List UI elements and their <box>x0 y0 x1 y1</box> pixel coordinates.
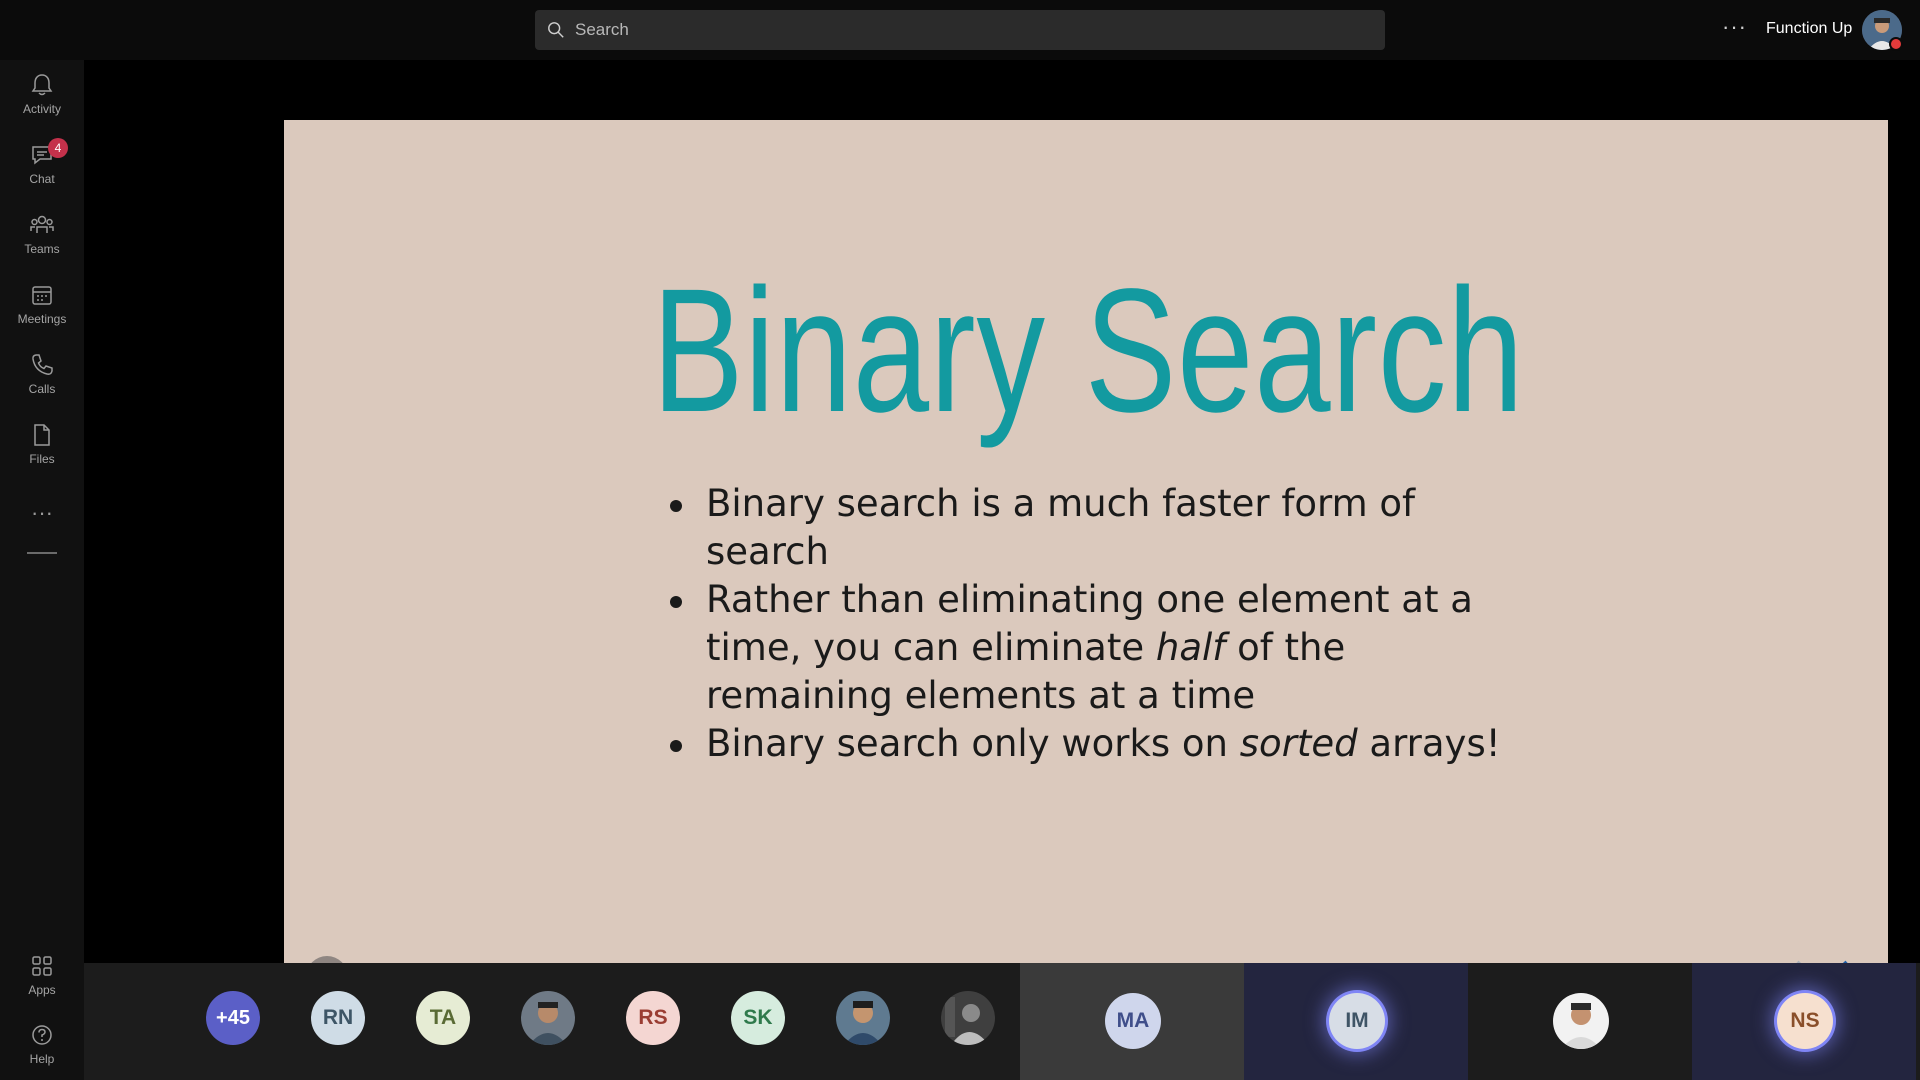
participant-tile[interactable]: NS <box>1692 963 1916 1080</box>
rail-more-button[interactable]: ··· <box>0 500 84 526</box>
slide-bullet: Binary search is a much faster form of s… <box>670 480 1530 576</box>
teams-icon <box>30 215 54 233</box>
rail-label-help: Help <box>29 1052 55 1066</box>
more-options-button[interactable]: ··· <box>1722 14 1747 40</box>
participant-tile[interactable]: IM <box>1244 963 1468 1080</box>
slide-title: Binary Search <box>652 253 1525 449</box>
chat-unread-badge: 4 <box>48 138 68 158</box>
participant-avatar: MA <box>1105 993 1161 1049</box>
rail-label-calls: Calls <box>28 382 56 396</box>
participant-photo-avatar[interactable] <box>521 991 575 1045</box>
participant-avatar[interactable]: RS <box>626 991 680 1045</box>
rail-label-activity: Activity <box>22 102 61 116</box>
rail-help[interactable]: Help <box>0 1022 84 1066</box>
participant-avatar-speaking: IM <box>1329 993 1385 1049</box>
help-icon <box>32 1025 52 1045</box>
participant-photo-avatar <box>1553 993 1609 1049</box>
rail-divider <box>27 552 57 554</box>
rail-chat[interactable]: Chat 4 <box>0 138 84 186</box>
rail-activity[interactable]: Activity <box>0 72 84 116</box>
shared-content-stage: Binary Search Binary search is a much fa… <box>84 60 1920 1022</box>
phone-icon <box>32 354 53 375</box>
search-placeholder: Search <box>575 20 629 39</box>
teams-meeting-window: Search ··· Function Up Activity Chat 4 T… <box>0 0 1920 1080</box>
title-bar: Search ··· Function Up <box>0 0 1920 60</box>
rail-teams[interactable]: Teams <box>0 212 84 256</box>
presentation-slide[interactable]: Binary Search Binary search is a much fa… <box>284 120 1888 1022</box>
participant-tile[interactable] <box>1468 963 1692 1080</box>
participant-photo-avatar[interactable] <box>941 991 995 1045</box>
participant-tile[interactable]: MA <box>1020 963 1244 1080</box>
participant-avatar[interactable]: RN <box>311 991 365 1045</box>
apps-icon <box>32 956 52 976</box>
rail-label-chat: Chat <box>29 172 55 186</box>
participant-avatar-speaking: NS <box>1777 993 1833 1049</box>
more-participants-button[interactable]: +45 <box>206 991 260 1045</box>
slide-bullet: Rather than eliminating one element at a… <box>670 576 1530 720</box>
search-icon <box>548 22 564 38</box>
rail-label-meetings: Meetings <box>17 312 67 326</box>
rail-label-apps: Apps <box>28 983 56 997</box>
calendar-icon <box>32 286 52 305</box>
rail-label-teams: Teams <box>24 242 60 256</box>
participant-photo-avatar[interactable] <box>836 991 890 1045</box>
rail-files[interactable]: Files <box>0 422 84 466</box>
participant-strip: +45 RN TA RS SK MA IM NS <box>84 963 1920 1080</box>
file-icon <box>34 424 50 446</box>
slide-bullet: Binary search only works on sorted array… <box>670 720 1530 768</box>
slide-bullet-list: Binary search is a much faster form of s… <box>670 480 1530 768</box>
participant-avatar[interactable]: TA <box>416 991 470 1045</box>
rail-label-files: Files <box>29 452 55 466</box>
participant-avatar[interactable]: SK <box>731 991 785 1045</box>
rail-calls[interactable]: Calls <box>0 352 84 396</box>
presence-busy-dot <box>1889 37 1903 51</box>
app-rail: Activity Chat 4 Teams Meetings Calls Fil… <box>0 60 84 1080</box>
bell-icon <box>31 74 53 96</box>
rail-apps[interactable]: Apps <box>0 953 84 997</box>
rail-meetings[interactable]: Meetings <box>0 282 84 326</box>
org-name[interactable]: Function Up <box>1766 20 1852 38</box>
search-box[interactable]: Search <box>535 10 1385 50</box>
